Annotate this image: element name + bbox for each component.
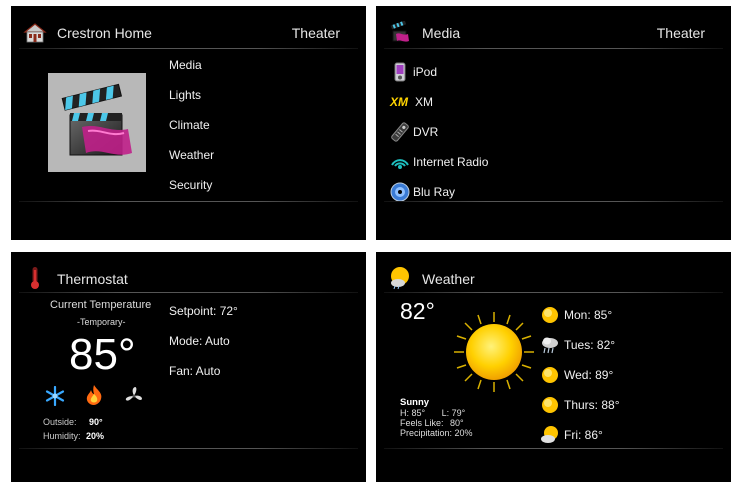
- clapperboard-icon: [61, 83, 132, 156]
- menu-item-media[interactable]: Media: [169, 58, 214, 88]
- flame-icon[interactable]: [83, 384, 105, 406]
- feels-like-row: Feels Like: 80°: [400, 418, 473, 428]
- precipitation-value: 20%: [454, 428, 473, 438]
- room-selector[interactable]: Theater: [292, 25, 340, 41]
- high-temp: H: 85°: [400, 408, 426, 418]
- home-title: Crestron Home: [57, 25, 152, 41]
- feels-like-value: 80°: [450, 418, 464, 428]
- current-conditions: Sunny H: 85° L: 79° Feels Like: 80° Prec…: [400, 397, 473, 439]
- large-sun-icon: [454, 312, 534, 392]
- fan-icon[interactable]: [124, 386, 144, 406]
- home-menu: Media Lights Climate Weather Security: [169, 58, 214, 208]
- home-header: Crestron Home Theater: [11, 6, 366, 50]
- footer-divider: [19, 448, 358, 449]
- source-label: DVR: [413, 125, 439, 139]
- media-panel: Media Theater iPod XM XM DVR Internet Ra…: [376, 6, 731, 240]
- humidity-reading: Humidity: 20%: [43, 431, 104, 441]
- media-title: Media: [422, 25, 461, 41]
- humidity-value: 20%: [86, 431, 105, 441]
- precipitation-label: Precipitation:: [400, 428, 453, 438]
- forecast-day: Wed: 89°: [540, 360, 620, 390]
- thermometer-icon: [31, 267, 39, 289]
- footer-divider: [19, 201, 358, 202]
- source-list: iPod XM XM DVR Internet Radio Blu Ray: [390, 57, 488, 207]
- thermostat-header: Thermostat: [11, 252, 366, 296]
- room-selector[interactable]: Theater: [657, 25, 705, 41]
- internet-radio-icon: [391, 159, 409, 169]
- setpoint-control[interactable]: Setpoint: 72°: [169, 304, 238, 318]
- source-label: Internet Radio: [413, 155, 489, 169]
- menu-item-security[interactable]: Security: [169, 178, 214, 208]
- media-clapperboard-icon: [390, 21, 409, 42]
- forecast-label: Mon: 85°: [564, 308, 613, 322]
- source-bluray[interactable]: Blu Ray: [390, 177, 488, 207]
- media-header: Media Theater: [376, 6, 731, 50]
- dvr-remote-icon: [391, 122, 409, 142]
- partly-cloudy-icon: [541, 426, 558, 443]
- media-poster: [48, 73, 146, 172]
- header-divider: [384, 292, 723, 293]
- forecast-label: Fri: 86°: [564, 428, 603, 442]
- precipitation-row: Precipitation: 20%: [400, 428, 473, 438]
- source-ipod[interactable]: iPod: [390, 57, 488, 87]
- feels-like-label: Feels Like:: [400, 418, 444, 428]
- forecast-day: Thurs: 88°: [540, 390, 620, 420]
- weather-header: Weather: [376, 252, 731, 296]
- mode-note: -Temporary-: [77, 317, 126, 327]
- source-label: iPod: [413, 65, 438, 79]
- condition-text: Sunny: [400, 397, 430, 408]
- hvac-controls: [45, 384, 145, 408]
- sun-icon: [542, 307, 558, 323]
- thermostat-title: Thermostat: [57, 271, 128, 287]
- menu-item-weather[interactable]: Weather: [169, 148, 214, 178]
- home-panel: Crestron Home Theater Media Lights Clima…: [11, 6, 366, 240]
- bluray-disc-icon: [390, 182, 410, 202]
- forecast-label: Thurs: 88°: [564, 398, 620, 412]
- menu-item-climate[interactable]: Climate: [169, 118, 214, 148]
- high-low-row: H: 85° L: 79°: [400, 408, 473, 418]
- mode-control[interactable]: Mode: Auto: [169, 334, 230, 348]
- house-icon: [23, 23, 47, 43]
- header-divider: [384, 48, 723, 49]
- source-label: Blu Ray: [413, 185, 456, 199]
- fan-control[interactable]: Fan: Auto: [169, 364, 220, 378]
- thermostat-panel: Thermostat Current Temperature -Temporar…: [11, 252, 366, 482]
- forecast-day: Tues: 82°: [540, 330, 620, 360]
- xm-logo-icon: XM: [390, 95, 408, 109]
- forecast-day: Fri: 86°: [540, 420, 620, 450]
- forecast-label: Wed: 89°: [564, 368, 614, 382]
- header-divider: [19, 292, 358, 293]
- current-weather-temp: 82°: [400, 298, 435, 324]
- header-divider: [19, 48, 358, 49]
- menu-item-lights[interactable]: Lights: [169, 88, 214, 118]
- weather-title: Weather: [422, 271, 475, 287]
- sun-icon: [542, 397, 558, 413]
- forecast-label: Tues: 82°: [564, 338, 616, 352]
- source-label: XM: [415, 95, 433, 109]
- outside-reading: Outside: 90°: [43, 417, 103, 427]
- low-temp: L: 79°: [441, 408, 466, 418]
- source-dvr[interactable]: DVR: [390, 117, 488, 147]
- outside-label: Outside:: [43, 417, 77, 427]
- source-internet-radio[interactable]: Internet Radio: [390, 147, 488, 177]
- forecast-day: Mon: 85°: [540, 300, 620, 330]
- weather-header-icon: [391, 267, 409, 290]
- footer-divider: [384, 201, 723, 202]
- current-temperature-label: Current Temperature: [50, 299, 152, 311]
- storm-cloud-icon: [542, 337, 558, 354]
- sun-icon: [542, 367, 558, 383]
- snowflake-icon[interactable]: [45, 386, 65, 406]
- source-xm[interactable]: XM XM: [390, 87, 488, 117]
- outside-value: 90°: [89, 417, 103, 427]
- current-temperature: 85°: [69, 330, 136, 379]
- humidity-label: Humidity:: [43, 431, 81, 441]
- forecast-list: Mon: 85° Tues: 82° Wed: 89° Thurs: 88° F…: [540, 300, 620, 450]
- weather-panel: Weather 82° Sunny H: 85° L: 79° Feels Li: [376, 252, 731, 482]
- ipod-icon: [394, 62, 406, 82]
- footer-divider: [384, 448, 723, 449]
